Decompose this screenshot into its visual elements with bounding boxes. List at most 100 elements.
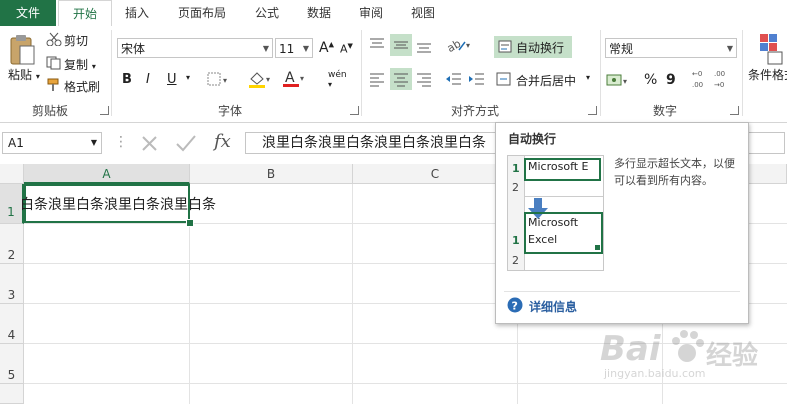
font-name-value: 宋体 [121, 42, 146, 56]
paste-button[interactable]: 粘贴 ▾ [8, 66, 40, 83]
preview-grid-line [524, 196, 603, 197]
number-launcher-icon[interactable] [730, 106, 739, 115]
alignment-launcher-icon[interactable] [588, 106, 597, 115]
format-painter-button[interactable]: 格式刷 [64, 78, 100, 95]
font-color-icon[interactable]: A ▾ [282, 69, 306, 91]
row-header-2[interactable]: 2 [0, 224, 24, 264]
format-painter-icon[interactable] [46, 78, 62, 95]
merge-center-label: 合并后居中 [516, 74, 577, 88]
paw-icon [672, 330, 704, 362]
merge-center-button[interactable]: 合并后居中 ▾ [496, 70, 600, 90]
conditional-format-button[interactable]: 条件格式 [748, 66, 787, 83]
tab-insert[interactable]: 插入 [114, 0, 160, 26]
alignment-group-label: 对齐方式 [450, 104, 499, 118]
number-format-value: 常规 [609, 42, 634, 56]
preview-row-2-after: 2 [512, 254, 519, 267]
confirm-entry-icon[interactable] [175, 134, 197, 155]
tooltip-divider [504, 291, 740, 292]
number-group-label: 数字 [652, 104, 677, 118]
preview-before-text: Microsoft E [528, 160, 589, 173]
column-header-c[interactable]: C [353, 164, 518, 184]
align-middle-icon[interactable] [390, 34, 412, 56]
column-header-b[interactable]: B [190, 164, 353, 184]
copy-button[interactable]: 复制 ▾ [64, 56, 96, 73]
align-center-icon[interactable] [390, 68, 412, 90]
grid-line [352, 184, 353, 404]
select-all-corner[interactable] [0, 164, 24, 184]
cancel-entry-icon[interactable] [140, 134, 160, 155]
percent-button[interactable]: % [644, 72, 657, 88]
tab-data[interactable]: 数据 [296, 0, 342, 26]
orientation-icon[interactable]: ab ▾ [445, 36, 473, 57]
clipboard-launcher-icon[interactable] [100, 106, 109, 115]
copy-icon[interactable] [46, 56, 62, 73]
tab-file[interactable]: 文件 [0, 0, 56, 26]
phonetic-button[interactable]: wén ▾ [328, 70, 347, 90]
name-box[interactable]: A1 ▼ [2, 132, 102, 154]
paste-icon[interactable] [8, 34, 36, 66]
number-format-select[interactable]: 常规 ▼ [605, 38, 737, 58]
wrap-text-button[interactable]: 自动换行 [494, 36, 572, 58]
align-right-icon[interactable] [415, 70, 433, 91]
font-size-select[interactable]: 11 ▼ [275, 38, 313, 58]
insert-function-button[interactable]: fx [214, 131, 231, 152]
tooltip-description: 多行显示超长文本，以便可以看到所有内容。 [614, 157, 735, 187]
font-group-label: 字体 [217, 104, 242, 118]
decrease-decimal-icon[interactable]: .00 →0 [714, 68, 734, 93]
increase-decimal-icon[interactable]: ←0.00 [692, 68, 712, 93]
increase-indent-icon[interactable] [468, 70, 486, 91]
watermark-site: jingyan.baidu.com [604, 367, 706, 380]
chevron-down-icon: ▾ [586, 73, 591, 82]
underline-dropdown[interactable]: ▾ [186, 73, 190, 82]
preview-fill-handle [595, 245, 600, 250]
svg-text:ab: ab [445, 37, 463, 54]
row-header-4[interactable]: 4 [0, 304, 24, 344]
ribbon-separator [111, 30, 112, 116]
cut-button[interactable]: 剪切 [64, 32, 88, 49]
borders-icon[interactable]: ▾ [207, 72, 231, 89]
tooltip-title: 自动换行 [508, 132, 557, 146]
align-bottom-icon[interactable] [415, 36, 433, 57]
watermark-cn: 经验 [706, 341, 759, 371]
comma-style-button[interactable]: 9 [666, 72, 676, 88]
name-box-value: A1 [8, 136, 24, 150]
fill-color-icon[interactable]: ▾ [248, 70, 272, 91]
font-launcher-icon[interactable] [350, 106, 359, 115]
tab-review[interactable]: 审阅 [348, 0, 394, 26]
scissors-icon[interactable] [46, 32, 62, 49]
decrease-indent-icon[interactable] [445, 70, 463, 91]
svg-text:.00: .00 [714, 70, 725, 78]
tab-formulas[interactable]: 公式 [244, 0, 290, 26]
tab-home[interactable]: 开始 [58, 0, 112, 28]
tab-page-layout[interactable]: 页面布局 [166, 0, 238, 26]
conditional-format-icon[interactable] [758, 32, 784, 69]
currency-icon[interactable]: ▾ [606, 72, 632, 91]
ribbon-separator [361, 30, 362, 116]
shrink-font-button[interactable]: A▼ [340, 42, 353, 56]
row-header-3[interactable]: 3 [0, 264, 24, 304]
column-header-a[interactable]: A [24, 164, 190, 184]
grow-font-button[interactable]: A▲ [319, 40, 334, 56]
align-top-icon[interactable] [368, 36, 386, 57]
align-left-icon[interactable] [368, 70, 386, 91]
formula-bar-grip-icon: ⋮ [114, 134, 128, 150]
wrap-text-tooltip: 自动换行 1 2 Microsoft E Microsoft Excel 1 2… [495, 122, 749, 324]
phonetic-icon: wén [328, 70, 347, 80]
tab-view[interactable]: 视图 [400, 0, 446, 26]
more-info-link[interactable]: 详细信息 [529, 298, 577, 315]
help-icon[interactable]: ? [507, 297, 523, 316]
svg-text:.00: .00 [692, 81, 703, 89]
bold-button[interactable]: B [122, 72, 132, 87]
fill-handle[interactable] [186, 219, 194, 227]
ribbon: 粘贴 ▾ 剪切 复制 ▾ 格式刷 剪贴板 宋体 ▼ 11 ▼ A▲ A▼ B I U… [0, 26, 787, 123]
underline-button[interactable]: U [167, 72, 177, 87]
shrink-font-icon: A [340, 42, 348, 56]
preview-row-2-before: 2 [512, 181, 519, 194]
preview-after-line2: Excel [528, 233, 558, 246]
row-header-6[interactable] [0, 384, 24, 404]
preview-row-1-after: 1 [512, 234, 520, 247]
font-name-select[interactable]: 宋体 ▼ [117, 38, 273, 58]
italic-button[interactable]: I [146, 72, 150, 87]
svg-text:←0: ←0 [692, 70, 702, 78]
row-header-5[interactable]: 5 [0, 344, 24, 384]
